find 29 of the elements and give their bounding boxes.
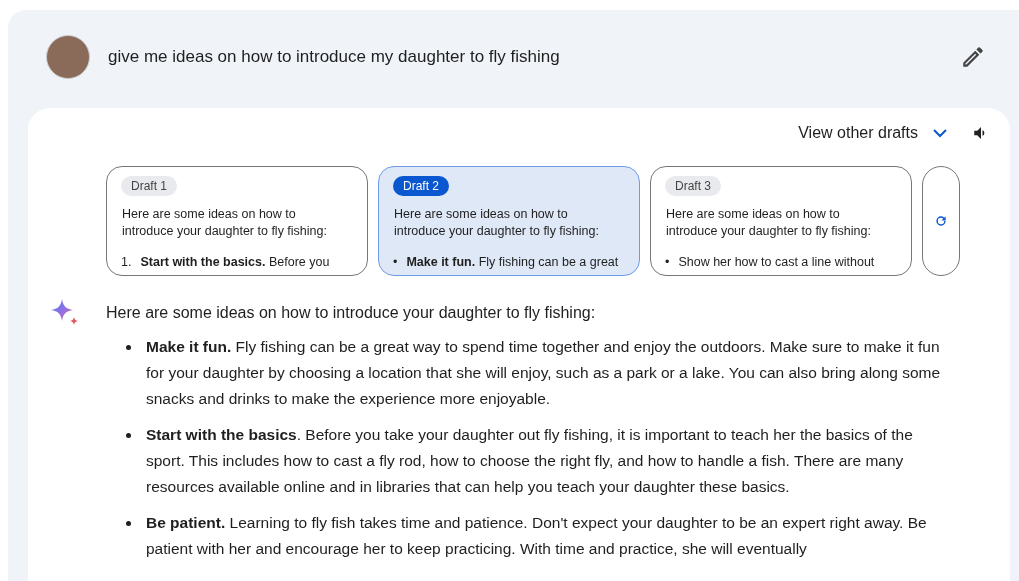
list-marker: •: [665, 255, 670, 269]
draft-card[interactable]: Draft 3 Here are some ideas on how to introduce your daughter to fly fishing: • Show her how to cast a line without: [650, 166, 912, 276]
edit-pencil-icon[interactable]: [960, 44, 986, 70]
regenerate-drafts-button[interactable]: [922, 166, 960, 276]
draft-intro-text: Here are some ideas on how to introduce your daughter to fly fishing:: [666, 206, 871, 240]
view-other-drafts-button[interactable]: View other drafts: [794, 120, 952, 146]
draft-point-text: Make it fun. Fly fishing can be a great: [406, 255, 619, 269]
draft-intro-text: Here are some ideas on how to introduce your daughter to fly fishing:: [394, 206, 599, 240]
refresh-icon: [934, 214, 948, 228]
list-marker: •: [393, 255, 398, 269]
response-point-text: Make it fun. Fly fishing can be a great way to spend time together and enjoy the outdoors. Make sure to make it fun for your daughter by choosing a location that she will enjoy, such as a park or a lake. You can also bring along some snacks and drinks to make the experience more enjoyable.: [146, 337, 942, 409]
chevron-down-icon: [932, 128, 948, 138]
response-intro-text: Here are some ideas on how to introduce your daughter to fly fishing:: [106, 304, 597, 322]
bullet-icon: [126, 345, 131, 350]
draft-card[interactable]: Draft 2 Here are some ideas on how to introduce your daughter to fly fishing: • Make it fun. Fly fishing can be a great: [378, 166, 640, 276]
draft-label: Draft 2: [393, 176, 449, 196]
prompt-text: give me ideas on how to introduce my daughter to fly fishing: [108, 47, 561, 67]
response-point-text: Start with the basics. Before you take your daughter out fly fishing, it is important to teach her the basics of the sport. This includes how to cast a fly rod, how to choose the right fly, and how to handle a fish. There are many resources available online and in libraries that can help you teach your daughter these basics.: [146, 425, 914, 497]
draft-label: Draft 1: [121, 176, 177, 196]
draft-card[interactable]: Draft 1 Here are some ideas on how to introduce your daughter to fly fishing: 1. Start with the basics. Before you: [106, 166, 368, 276]
draft-point-text: Start with the basics. Before you: [140, 255, 330, 269]
list-marker: 1.: [121, 255, 132, 269]
draft-point-text: Show her how to cast a line without: [678, 255, 875, 269]
bullet-icon: [126, 521, 131, 526]
draft-label: Draft 3: [665, 176, 721, 196]
user-avatar: [46, 35, 90, 79]
draft-intro-text: Here are some ideas on how to introduce your daughter to fly fishing:: [122, 206, 327, 240]
response-point-text: Be patient. Learning to fly fish takes time and patience. Don't expect your daughter to be an expert right away. Be patient with her and encourage her to keep practicing. With time and practice, she will eventually: [146, 513, 928, 559]
bullet-icon: [126, 433, 131, 438]
